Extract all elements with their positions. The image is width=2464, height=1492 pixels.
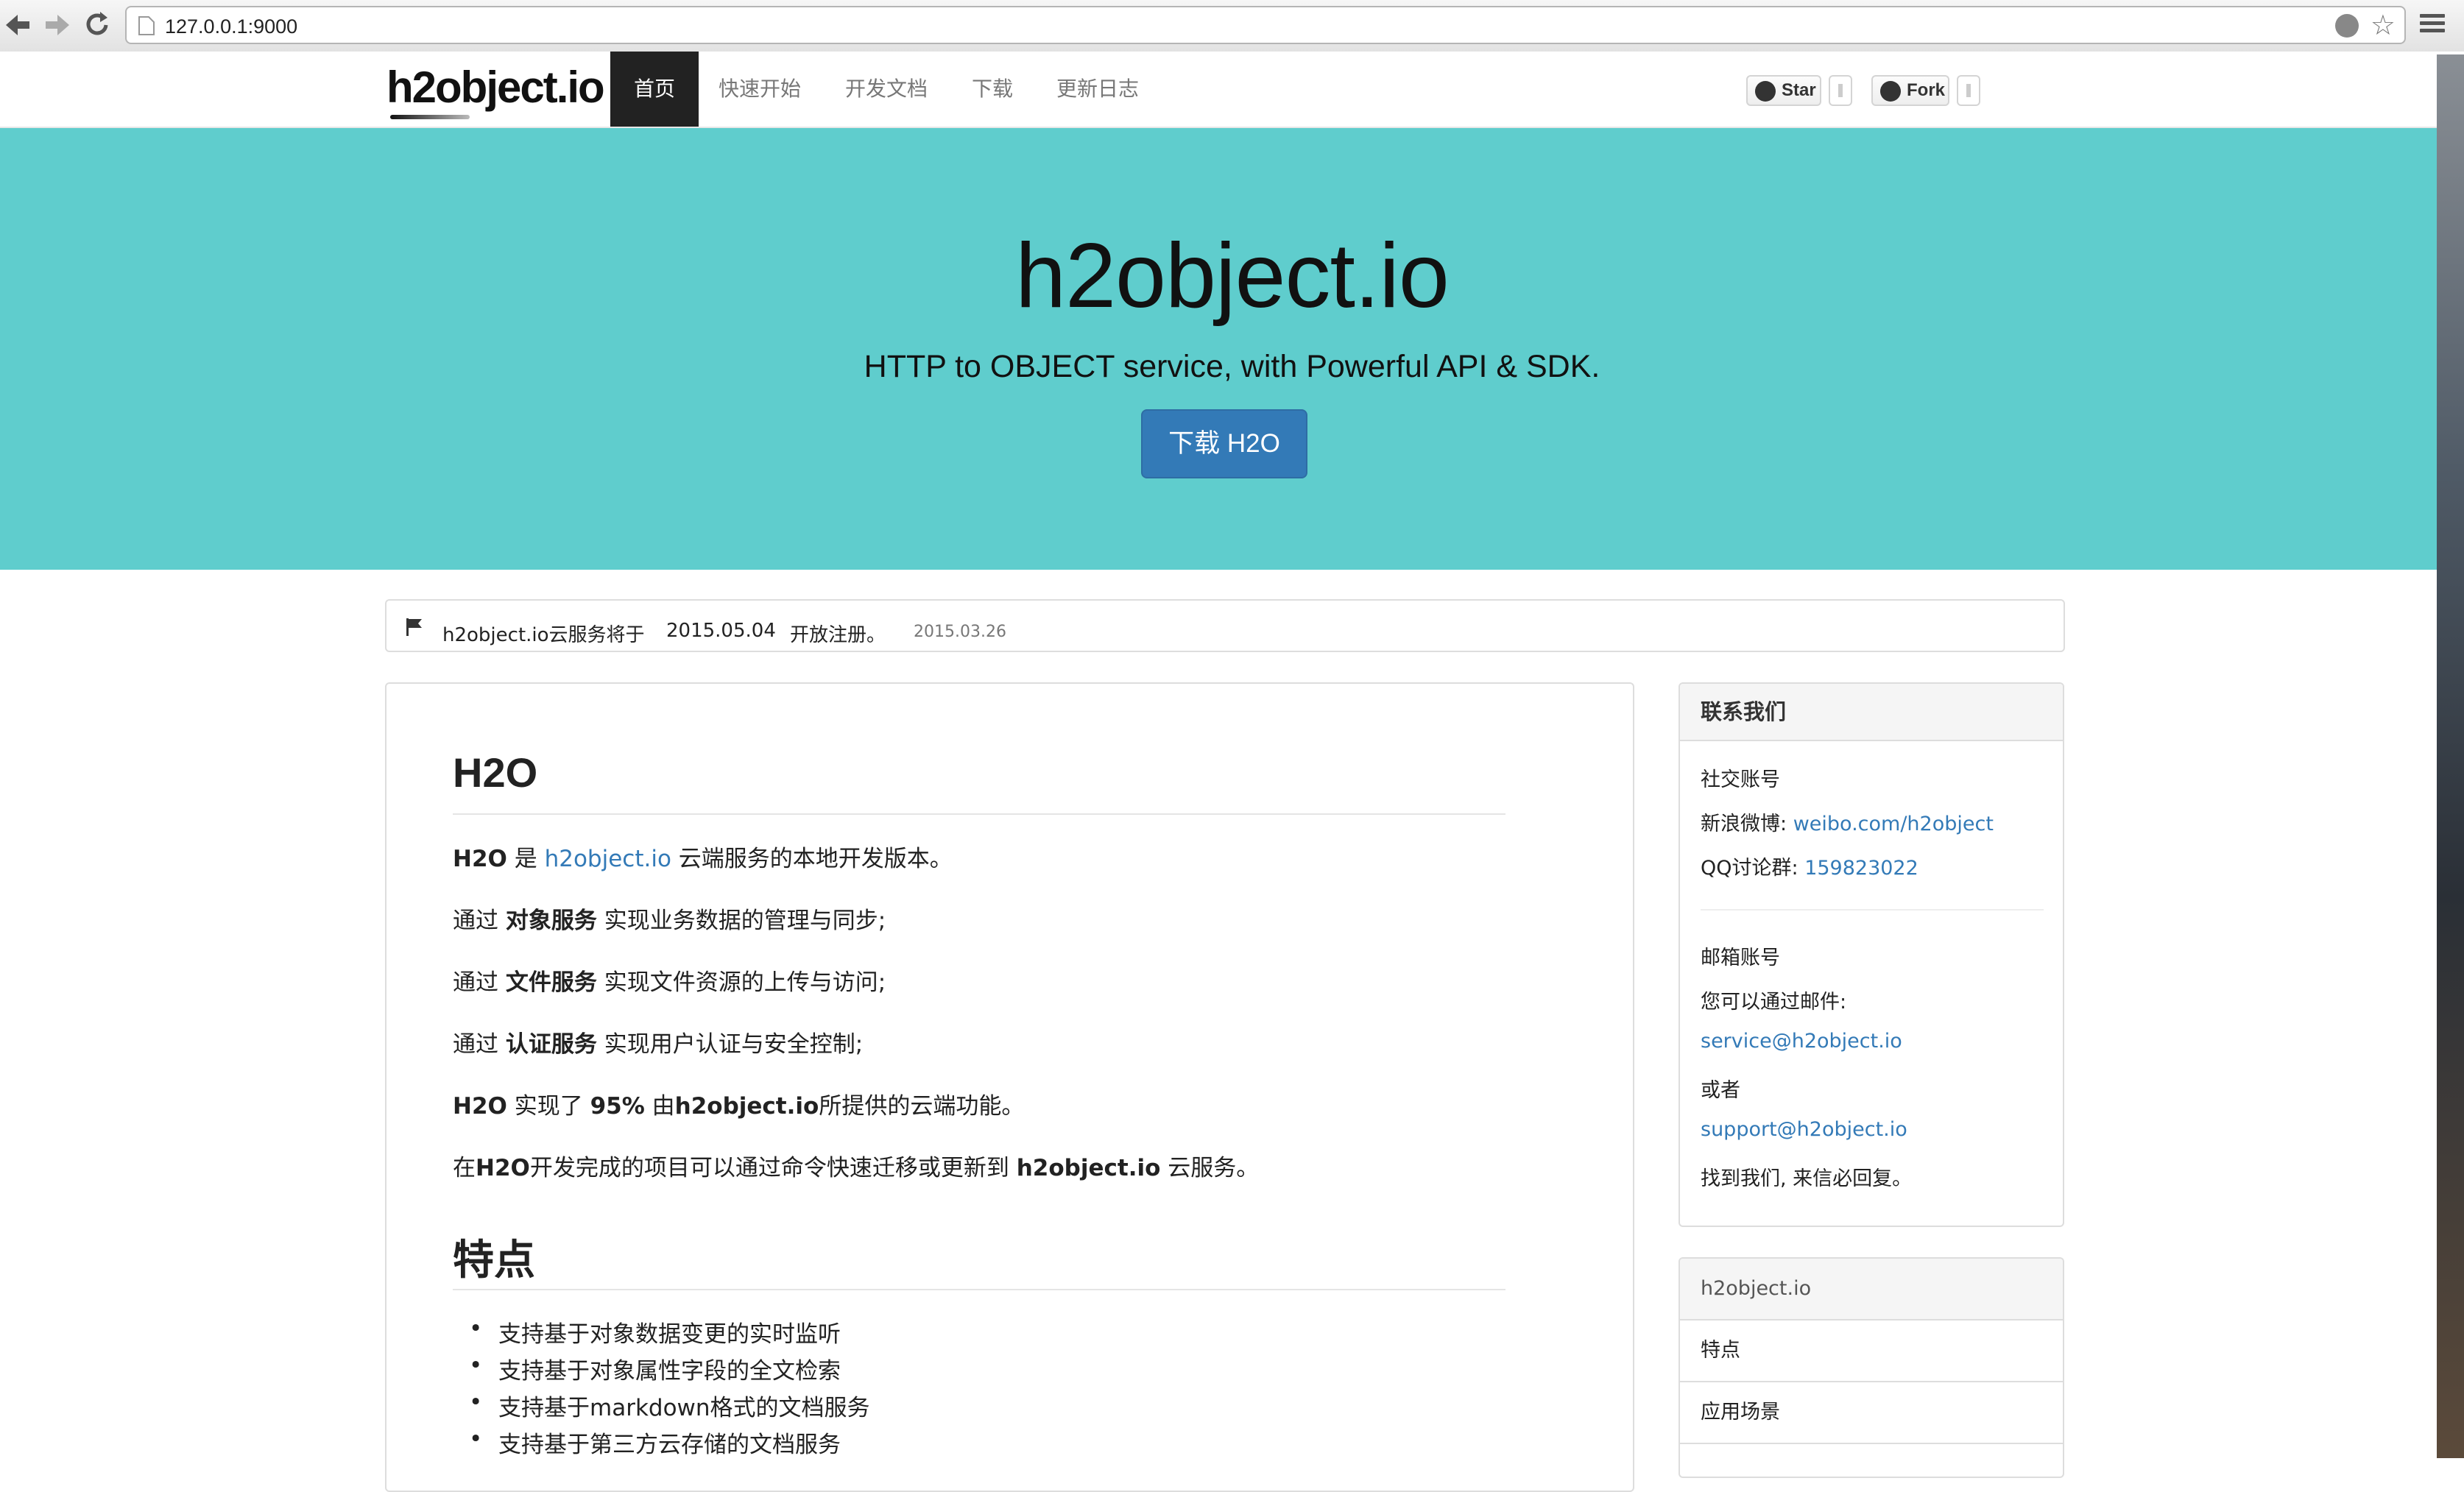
sidebar-nav-panel: h2object.io 特点 应用场景 bbox=[1678, 1257, 2064, 1478]
download-h2o-button[interactable]: 下载 H2O bbox=[1141, 409, 1307, 478]
qq-link[interactable]: 159823022 bbox=[1804, 857, 1918, 880]
github-fork-label: Fork bbox=[1907, 80, 1946, 100]
line-bold: 对象服务 bbox=[505, 908, 597, 934]
contact-title: 联系我们 bbox=[1680, 684, 2063, 741]
line-pre: 通过 bbox=[453, 969, 506, 996]
feature-list-item: 支持基于markdown格式的文档服务 bbox=[469, 1389, 870, 1422]
line-pre: 通过 bbox=[453, 1031, 506, 1058]
qq-label: QQ讨论群: bbox=[1701, 857, 1805, 880]
or-text: 或者 bbox=[1701, 1079, 1740, 1102]
hero-banner: h2object.io HTTP to OBJECT service, with… bbox=[0, 128, 2464, 570]
github-fork-button[interactable]: Fork bbox=[1871, 75, 1949, 106]
email-intro: 您可以通过邮件: bbox=[1701, 991, 1847, 1014]
service-email[interactable]: service@h2object.io bbox=[1701, 1030, 1902, 1053]
github-star-count bbox=[1829, 75, 1852, 106]
divider bbox=[1701, 909, 2044, 911]
weibo-label: 新浪微博: bbox=[1701, 813, 1793, 835]
line-post: 实现用户认证与安全控制; bbox=[596, 1031, 864, 1058]
line-pre: 通过 bbox=[453, 908, 506, 934]
intro-rest: 云端服务的本地开发版本。 bbox=[671, 846, 953, 872]
line-bold: 认证服务 bbox=[505, 1031, 597, 1058]
support-email[interactable]: support@h2object.io bbox=[1701, 1118, 1907, 1141]
section-title-h2o: H2O bbox=[453, 749, 538, 796]
notice-date: 2015.05.04 bbox=[666, 620, 776, 642]
email-label: 邮箱账号 bbox=[1701, 947, 1780, 969]
notice-text-end: 开放注册。 bbox=[790, 624, 886, 646]
migrate-bold: h2object.io bbox=[1016, 1155, 1161, 1181]
feature-list-item: 支持基于第三方云存储的文档服务 bbox=[469, 1426, 841, 1459]
impl-bold: h2object.io bbox=[674, 1093, 819, 1120]
hero-title: h2object.io bbox=[1015, 225, 1450, 327]
intro-bold: H2O bbox=[453, 846, 507, 872]
impl-percent: 95% bbox=[590, 1093, 645, 1120]
qq-line: QQ讨论群: 159823022 bbox=[1701, 852, 1918, 880]
weibo-link[interactable]: weibo.com/h2object bbox=[1793, 813, 1994, 835]
weibo-line: 新浪微博: weibo.com/h2object bbox=[1701, 807, 1994, 836]
page-icon bbox=[138, 16, 155, 35]
brand-logo[interactable]: h2object.io bbox=[386, 62, 605, 113]
implementation-paragraph: H2O 实现了 95% 由h2object.io所提供的云端功能。 bbox=[453, 1087, 1024, 1120]
service-email-link: service@h2object.io bbox=[1701, 1030, 1902, 1053]
impl-bold: H2O bbox=[453, 1093, 507, 1120]
address-bar[interactable]: 127.0.0.1:9000 ☆ bbox=[125, 6, 2406, 44]
feature-list-item: 支持基于对象属性字段的全文检索 bbox=[469, 1352, 841, 1385]
nav-home[interactable]: 首页 bbox=[610, 52, 699, 127]
feature-list-item: 支持基于对象数据变更的实时监听 bbox=[469, 1315, 841, 1348]
sidebar-nav-features[interactable]: 特点 bbox=[1680, 1320, 2063, 1382]
sidebar-nav-title[interactable]: h2object.io bbox=[1680, 1259, 2063, 1320]
github-icon bbox=[1755, 81, 1776, 102]
nav-download[interactable]: 下载 bbox=[948, 52, 1037, 127]
migrate-bold: H2O bbox=[476, 1155, 530, 1181]
migrate-text: 云服务。 bbox=[1160, 1155, 1260, 1181]
github-fork-count bbox=[1957, 75, 1980, 106]
migration-paragraph: 在H2O开发完成的项目可以通过命令快速迁移或更新到 h2object.io 云服… bbox=[453, 1149, 1259, 1182]
impl-text: 实现了 bbox=[506, 1093, 590, 1120]
main-content-panel: H2O H2O 是 h2object.io 云端服务的本地开发版本。 通过 对象… bbox=[385, 682, 1634, 1492]
line-post: 实现业务数据的管理与同步; bbox=[596, 908, 886, 934]
browser-menu-icon[interactable] bbox=[2420, 10, 2445, 40]
site-navbar: h2object.io 首页 快速开始 开发文档 下载 更新日志 Star Fo… bbox=[0, 52, 2464, 128]
bookmark-star-icon[interactable]: ☆ bbox=[2371, 10, 2396, 40]
announcement-bar: h2object.io云服务将于 2015.05.04 开放注册。 2015.0… bbox=[385, 599, 2065, 652]
impl-text: 所提供的云端功能。 bbox=[819, 1093, 1025, 1120]
section-title-features: 特点 bbox=[453, 1237, 535, 1283]
reload-icon[interactable] bbox=[81, 7, 113, 43]
notice-text: h2object.io云服务将于 bbox=[442, 624, 645, 646]
line-bold: 文件服务 bbox=[505, 969, 597, 996]
social-label: 社交账号 bbox=[1701, 768, 1780, 791]
sidebar-nav-scenarios[interactable]: 应用场景 bbox=[1680, 1382, 2063, 1444]
flag-icon bbox=[406, 618, 422, 636]
github-icon bbox=[1880, 81, 1901, 102]
impl-text: 由 bbox=[644, 1093, 675, 1120]
h2object-link[interactable]: h2object.io bbox=[545, 846, 671, 872]
migrate-text: 在 bbox=[453, 1155, 476, 1181]
brand-swoosh bbox=[390, 115, 470, 119]
notice-posted-date: 2015.03.26 bbox=[914, 623, 1006, 641]
intro-mid: 是 bbox=[506, 846, 545, 872]
divider bbox=[453, 813, 1505, 815]
divider bbox=[453, 1289, 1505, 1290]
feature-line-auth: 通过 认证服务 实现用户认证与安全控制; bbox=[453, 1025, 863, 1058]
nav-changelog[interactable]: 更新日志 bbox=[1033, 52, 1162, 127]
extension-icon[interactable] bbox=[2335, 14, 2359, 38]
migrate-text: 开发完成的项目可以通过命令快速迁移或更新到 bbox=[529, 1155, 1017, 1181]
browser-toolbar: 127.0.0.1:9000 ☆ bbox=[0, 0, 2464, 53]
nav-quickstart[interactable]: 快速开始 bbox=[695, 52, 825, 127]
github-star-button[interactable]: Star bbox=[1746, 75, 1821, 106]
back-arrow-icon[interactable] bbox=[1, 7, 34, 43]
url-text[interactable]: 127.0.0.1:9000 bbox=[165, 15, 297, 38]
support-email-link: support@h2object.io bbox=[1701, 1118, 1907, 1141]
desktop-background-strip bbox=[2437, 54, 2464, 1458]
line-post: 实现文件资源的上传与访问; bbox=[596, 969, 886, 996]
hero-subtitle: HTTP to OBJECT service, with Powerful AP… bbox=[864, 349, 1600, 384]
github-star-label: Star bbox=[1782, 80, 1816, 100]
reply-text: 找到我们, 来信必回复。 bbox=[1701, 1167, 1913, 1190]
feature-line-object: 通过 对象服务 实现业务数据的管理与同步; bbox=[453, 902, 886, 935]
contact-panel: 联系我们 社交账号 新浪微博: weibo.com/h2object QQ讨论群… bbox=[1678, 682, 2064, 1227]
nav-docs[interactable]: 开发文档 bbox=[822, 52, 951, 127]
feature-line-file: 通过 文件服务 实现文件资源的上传与访问; bbox=[453, 964, 886, 997]
intro-paragraph: H2O 是 h2object.io 云端服务的本地开发版本。 bbox=[453, 840, 953, 873]
forward-arrow-icon[interactable] bbox=[41, 7, 74, 43]
